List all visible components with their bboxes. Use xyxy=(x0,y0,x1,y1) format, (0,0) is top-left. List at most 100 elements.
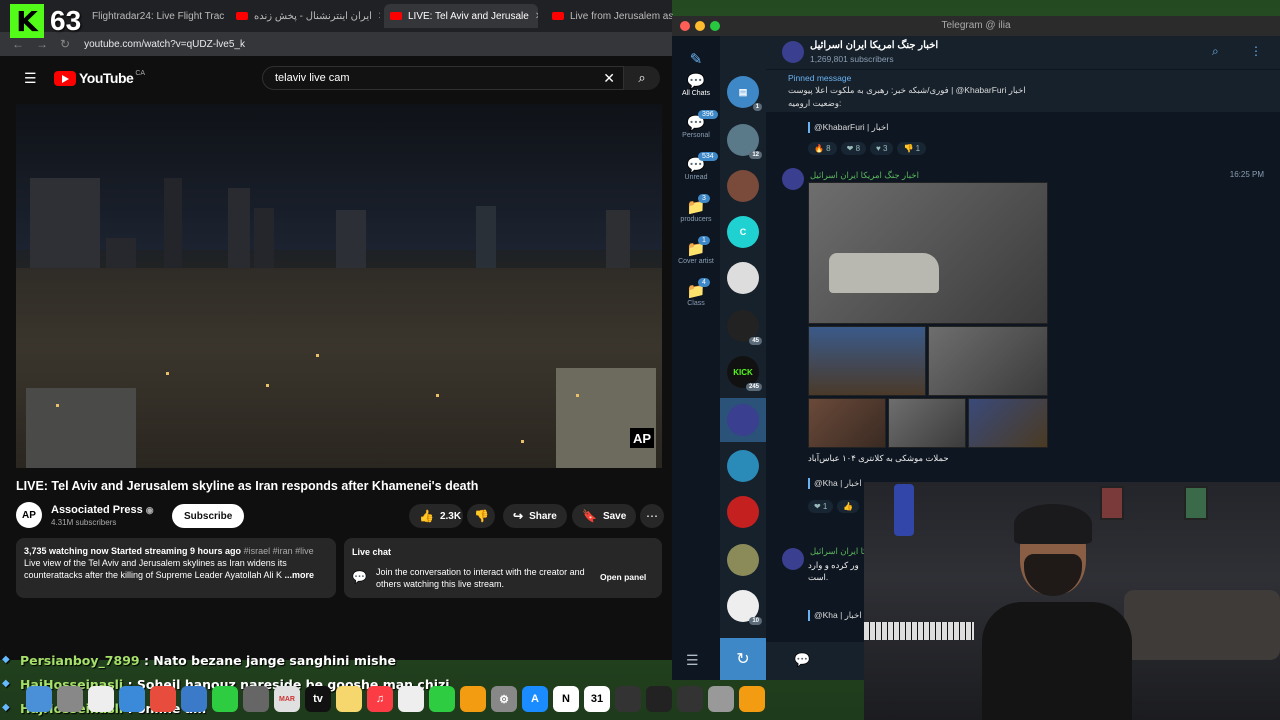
maps-icon[interactable] xyxy=(243,686,269,712)
search-icon[interactable]: ⌕ xyxy=(1212,44,1219,59)
calendar-icon[interactable]: 31 xyxy=(584,686,610,712)
message-photo[interactable] xyxy=(808,182,1048,324)
search-input[interactable]: telaviv live cam xyxy=(275,72,350,84)
channel-title[interactable]: اخبار جنگ امریکا ایران اسرائیل xyxy=(810,40,938,51)
channel-avatar[interactable] xyxy=(782,41,804,63)
finder-icon[interactable] xyxy=(26,686,52,712)
safari-icon[interactable] xyxy=(119,686,145,712)
messages-icon[interactable] xyxy=(212,686,238,712)
close-icon[interactable]: ✕ xyxy=(529,11,538,22)
folder-cover-artist[interactable]: 📁 1 Cover artist xyxy=(672,236,720,265)
tab-tel-aviv-live[interactable]: LIVE: Tel Aviv and Jerusale✕ xyxy=(384,4,538,28)
folder-personal[interactable]: 💬 396 Personal xyxy=(672,110,720,139)
tab-jerusalem-live[interactable]: Live from Jerusalem as si xyxy=(546,4,674,28)
system-settings-icon[interactable]: ⚙ xyxy=(491,686,517,712)
url-text[interactable]: youtube.com/watch?v=qUDZ-lve5_k xyxy=(84,39,245,50)
tab-flightradar[interactable]: Flightradar24: Live Flight Trac✕ xyxy=(86,4,226,28)
chat-avatar[interactable]: 45 xyxy=(727,310,762,345)
close-icon[interactable]: ✕ xyxy=(224,11,226,22)
folder-all-chats[interactable]: 💬 All Chats xyxy=(672,72,720,97)
chat-avatar-kick[interactable]: KICK 245 xyxy=(727,356,762,391)
chat-avatar[interactable] xyxy=(727,170,759,202)
numbers-icon[interactable] xyxy=(429,686,455,712)
chat-avatar[interactable] xyxy=(727,450,759,482)
subscribe-button[interactable]: Subscribe xyxy=(172,504,245,528)
reaction[interactable]: 👎 1 xyxy=(897,142,927,155)
reaction[interactable]: ❤ 1 xyxy=(808,500,834,513)
share-button[interactable]: ↪ Share xyxy=(503,504,567,528)
folder-class[interactable]: 📁 4 Class xyxy=(672,278,720,307)
more-options-icon[interactable]: ⋮ xyxy=(1250,44,1262,58)
minimize-window-button[interactable] xyxy=(695,21,705,31)
chat-avatar[interactable]: 10 xyxy=(727,590,762,625)
close-icon[interactable]: ✕ xyxy=(372,11,380,22)
close-window-button[interactable] xyxy=(680,21,690,31)
message-avatar[interactable] xyxy=(782,168,804,190)
save-button[interactable]: 🔖 Save xyxy=(572,504,637,528)
reload-icon[interactable]: ↻ xyxy=(60,37,70,51)
reaction[interactable]: 👍 xyxy=(837,500,860,513)
more-options-icon[interactable]: ⋯ xyxy=(640,504,664,528)
app-icon[interactable] xyxy=(615,686,641,712)
video-description[interactable]: 3,735 watching now Started streaming 9 h… xyxy=(16,538,336,598)
channel-avatar[interactable]: AP xyxy=(16,502,42,528)
message-photo[interactable] xyxy=(928,326,1048,396)
youtube-logo[interactable]: YouTube CA xyxy=(54,70,145,86)
tab-iran-international[interactable]: ایران اینترنشنال - پخش زنده✕ xyxy=(230,4,380,28)
forward-icon[interactable]: → xyxy=(36,37,48,51)
open-panel-button[interactable]: Open panel xyxy=(600,572,646,582)
search-box[interactable]: telaviv live cam ✕ xyxy=(262,66,624,90)
notion-icon[interactable]: N xyxy=(553,686,579,712)
zoom-window-button[interactable] xyxy=(710,21,720,31)
chat-avatar-selected[interactable] xyxy=(727,404,759,436)
launchpad-icon[interactable] xyxy=(57,686,83,712)
pages-icon[interactable] xyxy=(460,686,486,712)
clear-search-icon[interactable]: ✕ xyxy=(603,70,615,87)
message-photo[interactable] xyxy=(968,398,1048,448)
obs-icon[interactable] xyxy=(677,686,703,712)
chat-avatar[interactable]: ▤ 1 xyxy=(727,76,762,111)
address-bar[interactable]: ← → ↻ youtube.com/watch?v=qUDZ-lve5_k xyxy=(0,32,672,56)
back-icon[interactable]: ← xyxy=(12,37,24,51)
hashtags[interactable]: #israel #iran #live xyxy=(241,546,314,556)
calendar-app-icon[interactable]: MAR xyxy=(274,686,300,712)
reaction[interactable]: 🔥 8 xyxy=(808,142,837,155)
message-time: 16:25 PM xyxy=(1229,170,1264,179)
reaction[interactable]: ♥ 3 xyxy=(870,142,894,155)
chat-avatar[interactable] xyxy=(727,262,759,294)
pinned-message-bar[interactable]: Pinned message فوری/شبکه خبر: رهبری به م… xyxy=(766,71,1280,111)
chat-avatar[interactable] xyxy=(727,496,759,528)
news-icon[interactable] xyxy=(398,686,424,712)
menu-icon[interactable]: ☰ xyxy=(24,70,37,87)
message-avatar[interactable] xyxy=(782,548,804,570)
folder-unread[interactable]: 💬 534 Unread xyxy=(672,152,720,181)
message-photo[interactable] xyxy=(888,398,966,448)
notes-icon[interactable] xyxy=(336,686,362,712)
photos-icon[interactable] xyxy=(150,686,176,712)
app-icon[interactable] xyxy=(646,686,672,712)
refresh-icon[interactable]: ↻ xyxy=(720,638,766,680)
compose-icon[interactable]: ✎ xyxy=(672,50,720,68)
settings-icon[interactable]: ☰ xyxy=(686,652,699,669)
message-photo[interactable] xyxy=(808,326,926,396)
chat-avatar[interactable] xyxy=(727,544,759,576)
folder-producers[interactable]: 📁 3 producers xyxy=(672,194,720,223)
app-icon[interactable] xyxy=(708,686,734,712)
dislike-button[interactable]: 👎 xyxy=(467,504,495,528)
chat-avatar[interactable]: C xyxy=(727,216,759,248)
channel-name[interactable]: Associated Press ◉ xyxy=(51,504,154,516)
app-icon[interactable] xyxy=(739,686,765,712)
more-link[interactable]: ...more xyxy=(285,570,315,580)
app-store-icon[interactable]: A xyxy=(522,686,548,712)
search-icon[interactable]: ⌕ xyxy=(624,66,660,90)
chat-avatar[interactable]: 12 xyxy=(727,124,762,159)
reaction[interactable]: ❤ 8 xyxy=(840,142,867,155)
chrome-icon[interactable] xyxy=(88,686,114,712)
like-button[interactable]: 👍 2.3K xyxy=(409,504,463,528)
mail-icon[interactable] xyxy=(181,686,207,712)
appletv-icon[interactable]: tv xyxy=(305,686,331,712)
music-icon[interactable]: ♫ xyxy=(367,686,393,712)
comment-icon[interactable]: 💬 xyxy=(794,652,810,668)
message-photo[interactable] xyxy=(808,398,886,448)
video-player[interactable]: AP xyxy=(16,104,662,468)
